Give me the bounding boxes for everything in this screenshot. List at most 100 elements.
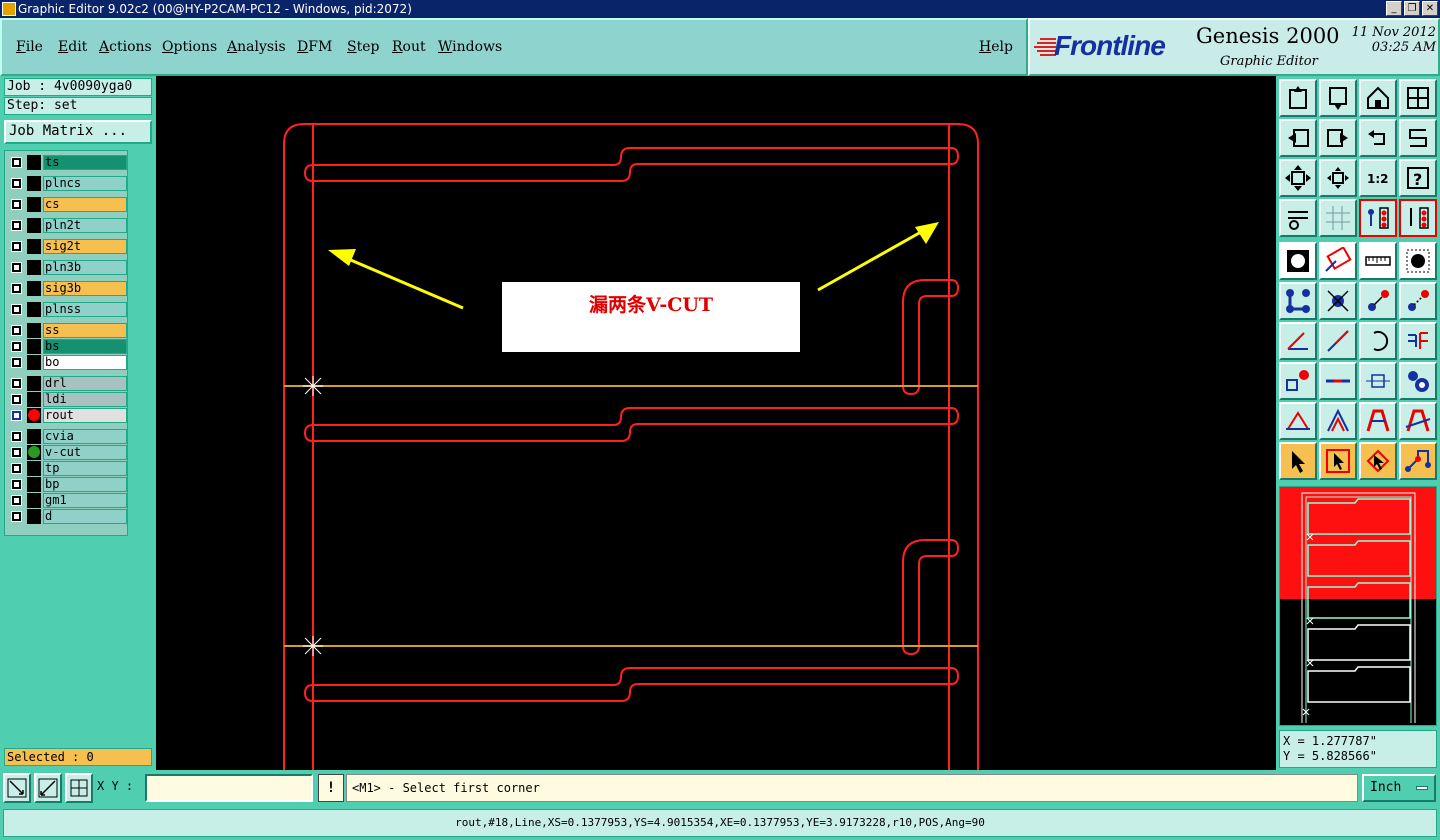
layer-checkbox[interactable] xyxy=(11,157,22,168)
layer-checkbox[interactable] xyxy=(11,378,22,389)
delete-pad-icon[interactable] xyxy=(1319,282,1357,320)
layer-name[interactable]: ldi xyxy=(43,392,127,407)
layer-name[interactable]: sig3b xyxy=(43,281,127,296)
layer-name[interactable]: pln2t xyxy=(43,218,127,233)
layer-name[interactable]: drl xyxy=(43,376,127,391)
layer-checkbox[interactable] xyxy=(11,495,22,506)
layer-checkbox[interactable] xyxy=(11,341,22,352)
layer-name[interactable]: plncs xyxy=(43,176,127,191)
layer-checkbox[interactable] xyxy=(11,199,22,210)
layer-checkbox[interactable] xyxy=(11,325,22,336)
add-pad-icon[interactable] xyxy=(1279,362,1317,400)
layer-checkbox[interactable] xyxy=(11,178,22,189)
units-dropdown[interactable]: Inch xyxy=(1362,774,1436,802)
layer-checkbox[interactable] xyxy=(11,431,22,442)
overview-map[interactable] xyxy=(1279,486,1437,726)
save-step-icon[interactable] xyxy=(1319,79,1357,117)
layer-compare-alt-icon[interactable] xyxy=(1399,199,1437,237)
job-matrix-button[interactable]: Job Matrix ... xyxy=(4,120,152,144)
layer-row-drl[interactable]: drl xyxy=(7,376,127,391)
menu-dfm[interactable]: DFM xyxy=(297,39,332,55)
layer-name[interactable]: d xyxy=(43,509,127,524)
select-box-icon[interactable] xyxy=(1319,442,1357,480)
menu-file[interactable]: File xyxy=(16,39,43,55)
angle-line-icon[interactable] xyxy=(1279,322,1317,360)
exclamation-button[interactable]: ! xyxy=(318,774,344,802)
layer-name[interactable]: gm1 xyxy=(43,493,127,508)
menu-help[interactable]: Help xyxy=(979,39,1013,55)
layer-list-scrollbar[interactable] xyxy=(128,150,152,536)
layer-row-ss[interactable]: ss xyxy=(7,323,127,338)
layer-row-tp[interactable]: tp xyxy=(7,461,127,476)
grid-snap-icon[interactable] xyxy=(65,773,93,803)
layer-name[interactable]: sig2t xyxy=(43,239,127,254)
menu-step[interactable]: Step xyxy=(347,39,379,55)
triangle-icon[interactable] xyxy=(1279,402,1317,440)
move-right-icon[interactable] xyxy=(1319,119,1357,157)
restore-button[interactable]: ❐ xyxy=(1404,1,1420,16)
minimize-button[interactable]: _ xyxy=(1386,1,1402,16)
layer-checkbox[interactable] xyxy=(11,241,22,252)
layer-name[interactable]: ts xyxy=(43,155,127,170)
pad-icon[interactable] xyxy=(1279,242,1317,280)
move-pad-icon[interactable] xyxy=(1359,282,1397,320)
layer-name[interactable]: bp xyxy=(43,477,127,492)
layer-name[interactable]: bo xyxy=(43,355,127,370)
menu-windows[interactable]: Windows xyxy=(438,39,502,55)
layer-checkbox[interactable] xyxy=(11,357,22,368)
arch-icon[interactable] xyxy=(1359,402,1397,440)
layer-row-pln3b[interactable]: pln3b xyxy=(7,260,127,275)
pad-outline-icon[interactable] xyxy=(1319,242,1357,280)
settings-icon[interactable] xyxy=(1279,199,1317,237)
layer-row-ldi[interactable]: ldi xyxy=(7,392,127,407)
connect-pads-icon[interactable] xyxy=(1279,282,1317,320)
layer-row-sig3b[interactable]: sig3b xyxy=(7,281,127,296)
window-split-icon[interactable] xyxy=(1399,79,1437,117)
layer-name[interactable]: cvia xyxy=(43,429,127,444)
arc-icon[interactable] xyxy=(1359,322,1397,360)
menu-edit[interactable]: Edit xyxy=(58,39,87,55)
layer-checkbox[interactable] xyxy=(11,511,22,522)
select-net-icon[interactable] xyxy=(1399,442,1437,480)
layer-checkbox[interactable] xyxy=(11,220,22,231)
close-button[interactable]: ✕ xyxy=(1422,1,1438,16)
line-segment-icon[interactable] xyxy=(1319,362,1357,400)
home-icon[interactable] xyxy=(1359,79,1397,117)
snake-icon[interactable] xyxy=(1399,119,1437,157)
layer-row-rout[interactable]: rout xyxy=(7,408,127,423)
layer-checkbox[interactable] xyxy=(11,463,22,474)
scale-1-2-icon[interactable]: 1:2 xyxy=(1359,159,1397,197)
layer-row-sig2t[interactable]: sig2t xyxy=(7,239,127,254)
menu-options[interactable]: Options xyxy=(162,39,217,55)
slant-line-icon[interactable] xyxy=(1319,322,1357,360)
layer-row-cs[interactable]: cs xyxy=(7,197,127,212)
layer-name[interactable]: bs xyxy=(43,339,127,354)
layer-name[interactable]: pln3b xyxy=(43,260,127,275)
undo-icon[interactable] xyxy=(1359,119,1397,157)
layer-row-gm1[interactable]: gm1 xyxy=(7,493,127,508)
layer-checkbox[interactable] xyxy=(11,304,22,315)
layer-row-bp[interactable]: bp xyxy=(7,477,127,492)
menu-actions[interactable]: Actions xyxy=(99,39,152,55)
select-area-icon[interactable] xyxy=(1359,442,1397,480)
peak-icon[interactable] xyxy=(1319,402,1357,440)
layer-checkbox[interactable] xyxy=(11,410,22,421)
zoom-center-icon[interactable] xyxy=(1319,159,1357,197)
help-icon[interactable]: ? xyxy=(1399,159,1437,197)
menu-analysis[interactable]: Analysis xyxy=(227,39,286,55)
layer-checkbox[interactable] xyxy=(11,479,22,490)
layer-row-ts[interactable]: ts xyxy=(7,155,127,170)
layer-row-cvia[interactable]: cvia xyxy=(7,429,127,444)
open-step-icon[interactable] xyxy=(1279,79,1317,117)
graphic-canvas[interactable]: 漏两条V-CUT xyxy=(156,76,1276,770)
mirror-icon[interactable] xyxy=(1399,322,1437,360)
layer-row-v-cut[interactable]: v-cut xyxy=(7,445,127,460)
circle-pad-icon[interactable] xyxy=(1399,242,1437,280)
cross-arch-icon[interactable] xyxy=(1399,402,1437,440)
copy-pad-icon[interactable] xyxy=(1399,282,1437,320)
layer-row-plnss[interactable]: plnss xyxy=(7,302,127,317)
measure-icon[interactable] xyxy=(1359,362,1397,400)
layer-row-plncs[interactable]: plncs xyxy=(7,176,127,191)
layer-row-bs[interactable]: bs xyxy=(7,339,127,354)
measure-snap-icon[interactable] xyxy=(34,773,62,803)
